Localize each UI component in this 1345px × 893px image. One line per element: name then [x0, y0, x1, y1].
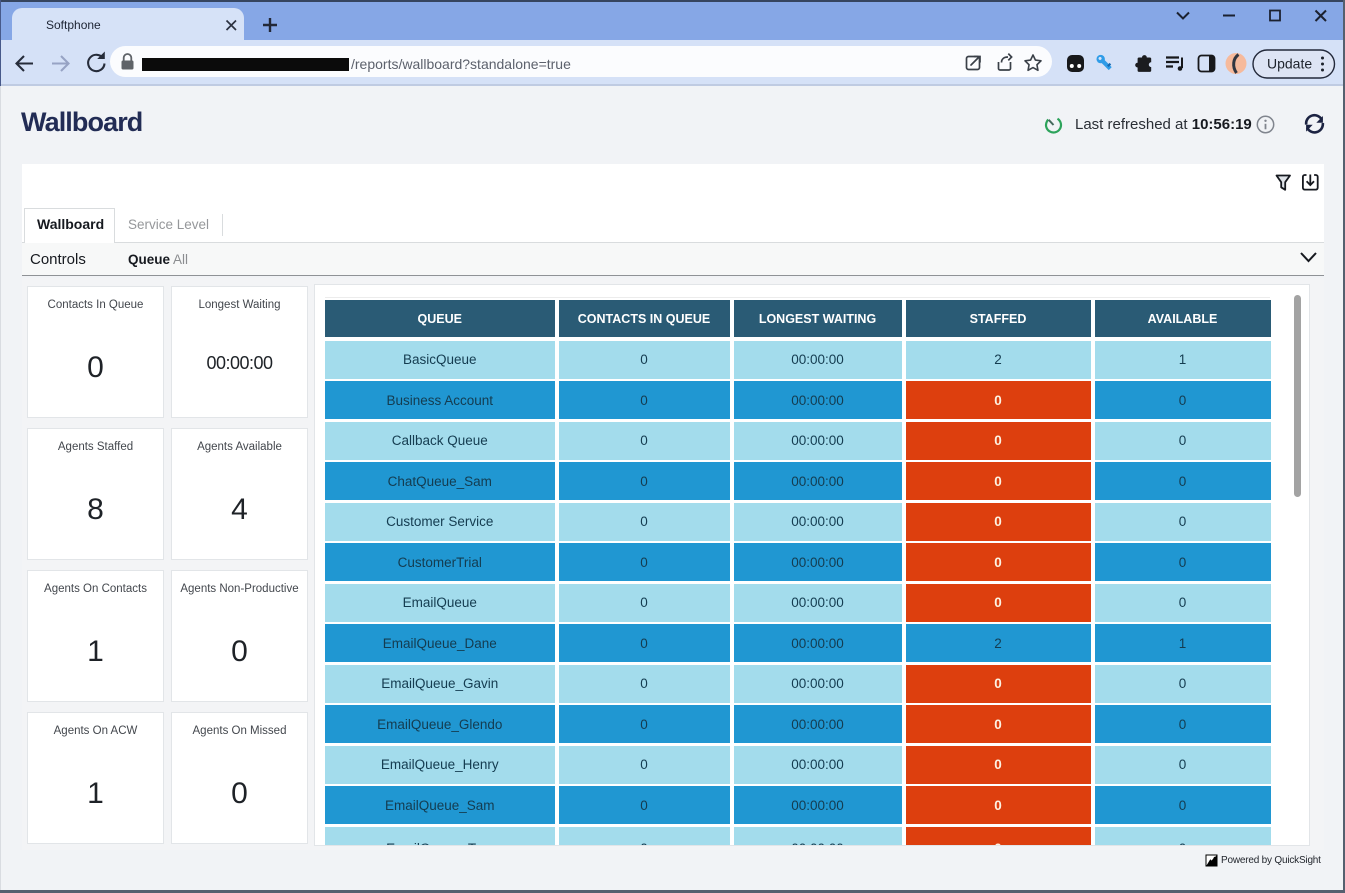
- svg-text:Update: Update: [1267, 56, 1312, 72]
